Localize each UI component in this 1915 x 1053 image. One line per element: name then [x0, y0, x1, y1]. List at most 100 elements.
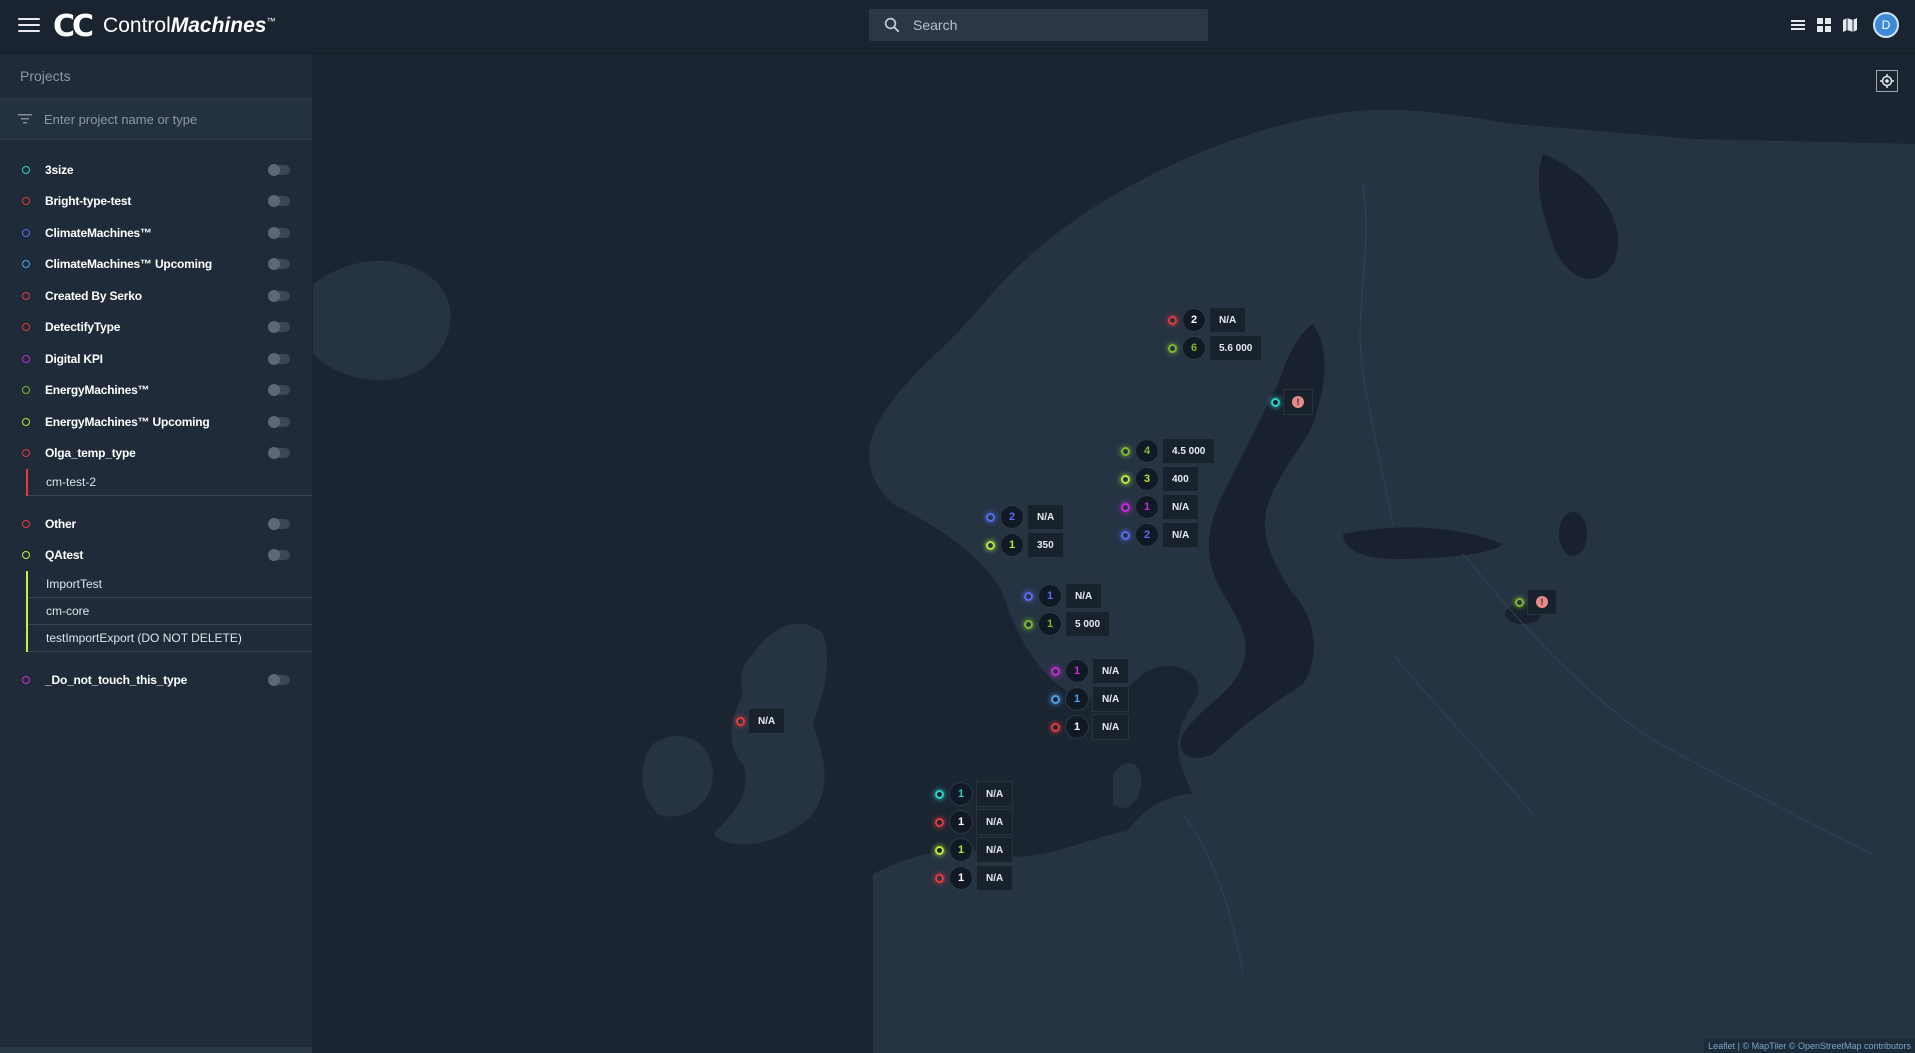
project-child-item[interactable]: cm-test-2 [28, 469, 312, 496]
map-marker[interactable]: 1 N/A [935, 808, 1014, 836]
project-filter-input[interactable] [42, 110, 286, 128]
map-cluster[interactable]: 1 N/A 1 5 000 [1024, 582, 1111, 638]
project-item[interactable]: Olga_temp_type [0, 438, 312, 470]
map-marker[interactable]: 2 N/A [1168, 306, 1262, 334]
menu-icon[interactable] [18, 14, 40, 36]
map-cluster[interactable]: N/A [736, 707, 786, 735]
project-label: Digital KPI [45, 351, 103, 366]
marker-value: N/A [976, 865, 1014, 891]
project-child-item[interactable]: testImportExport (DO NOT DELETE) [28, 625, 312, 652]
project-visibility-toggle[interactable] [268, 447, 290, 460]
search-bar[interactable] [869, 9, 1208, 41]
logo-text: ControlMachines™ [103, 14, 276, 37]
map-marker[interactable]: 1 N/A [935, 780, 1014, 808]
app-logo[interactable]: CC ControlMachines™ [53, 9, 276, 44]
project-visibility-toggle[interactable] [268, 549, 290, 562]
map-cluster[interactable]: 2 N/A 1 350 [986, 503, 1065, 559]
project-visibility-toggle[interactable] [268, 226, 290, 239]
marker-ring-icon [935, 845, 944, 855]
project-visibility-toggle[interactable] [268, 163, 290, 176]
projects-sidebar: Projects 3size Bright-type-test ClimateMac… [0, 54, 312, 1053]
grid-view-icon[interactable] [1815, 16, 1833, 34]
map-cluster[interactable]: ! [1515, 588, 1557, 616]
alert-icon: ! [1292, 396, 1304, 408]
search-input[interactable] [911, 16, 1185, 34]
map-attribution[interactable]: Leaflet | © MapTiler © OpenStreetMap con… [1704, 1039, 1915, 1053]
project-item[interactable]: Created By Serko [0, 280, 312, 312]
map-marker[interactable]: 2 N/A [986, 503, 1065, 531]
project-visibility-toggle[interactable] [268, 673, 290, 686]
map-cluster[interactable]: 1 N/A 1 N/A 1 N/A [1051, 657, 1130, 741]
project-label: Olga_temp_type [45, 446, 136, 461]
land-iceland [313, 260, 451, 381]
project-visibility-toggle[interactable] [268, 195, 290, 208]
project-color-icon [22, 260, 30, 269]
sidebar-scrollbar[interactable] [0, 1047, 312, 1053]
marker-ring-icon [935, 873, 944, 883]
project-visibility-toggle[interactable] [268, 517, 290, 530]
marker-count: 1 [1065, 687, 1089, 711]
project-color-icon [22, 197, 30, 206]
marker-value: N/A [976, 809, 1014, 835]
map-marker[interactable]: 4 4.5 000 [1121, 437, 1216, 465]
project-color-icon [22, 551, 30, 560]
project-visibility-toggle[interactable] [268, 258, 290, 271]
project-item[interactable]: _Do_not_touch_this_type [0, 664, 312, 696]
map-marker[interactable]: 6 5.6 000 [1168, 334, 1263, 362]
map-marker[interactable]: 1 N/A [1051, 685, 1130, 713]
map-marker[interactable]: 1 N/A [935, 864, 1014, 892]
list-view-icon[interactable] [1789, 16, 1807, 34]
project-visibility-toggle[interactable] [268, 321, 290, 334]
project-item[interactable]: ClimateMachines™ [0, 217, 312, 249]
sidebar-title: Projects [0, 54, 312, 99]
map-marker[interactable]: 2 N/A [1121, 521, 1215, 549]
project-label: EnergyMachines™ [45, 383, 150, 398]
project-label: Bright-type-test [45, 194, 132, 209]
project-item[interactable]: EnergyMachines™ Upcoming [0, 406, 312, 438]
project-item[interactable]: Digital KPI [0, 343, 312, 375]
map-marker[interactable]: 1 N/A [1051, 713, 1130, 741]
user-avatar[interactable]: D [1873, 12, 1899, 38]
project-visibility-toggle[interactable] [268, 415, 290, 428]
map-cluster[interactable]: ! [1271, 388, 1313, 416]
map-marker[interactable]: 15 000 [1024, 610, 1111, 638]
map-marker[interactable]: 1 N/A [1121, 493, 1215, 521]
map-cluster[interactable]: 1 N/A 1 N/A 1 N/A 1 N/A [935, 780, 1014, 892]
map-marker[interactable]: N/A [736, 707, 786, 735]
map-marker[interactable]: 1 N/A [1024, 582, 1110, 610]
project-item[interactable]: EnergyMachines™ [0, 375, 312, 407]
project-visibility-toggle[interactable] [268, 384, 290, 397]
map-cluster[interactable]: 2 N/A 6 5.6 000 [1168, 306, 1263, 362]
project-visibility-toggle[interactable] [268, 289, 290, 302]
project-color-icon [22, 228, 30, 237]
map-marker[interactable]: ! [1515, 588, 1557, 616]
project-item[interactable]: Other [0, 508, 312, 540]
project-filter[interactable] [0, 99, 312, 140]
map-view-icon[interactable] [1841, 16, 1859, 34]
map-marker[interactable]: ! [1271, 388, 1313, 416]
project-child-item[interactable]: cm-core [28, 598, 312, 625]
project-item[interactable]: Bright-type-test [0, 186, 312, 218]
project-color-icon [22, 354, 30, 363]
project-item[interactable]: 3size [0, 154, 312, 186]
marker-ring-icon [736, 716, 745, 726]
project-label: Other [45, 516, 77, 531]
project-visibility-toggle[interactable] [268, 352, 290, 365]
project-item[interactable]: DetectifyType [0, 312, 312, 344]
map-marker[interactable]: 1 N/A [1051, 657, 1130, 685]
marker-value: N/A [1092, 658, 1130, 684]
marker-value: N/A [1162, 522, 1200, 548]
project-child-item[interactable]: ImportTest [28, 571, 312, 598]
project-item[interactable]: ClimateMachines™ Upcoming [0, 249, 312, 281]
project-label: 3size [45, 162, 74, 177]
map-marker[interactable]: 1 350 [986, 531, 1064, 559]
locate-button[interactable] [1876, 70, 1898, 92]
map-marker[interactable]: 1 N/A [935, 836, 1014, 864]
project-color-icon [22, 165, 30, 174]
marker-value: N/A [748, 708, 786, 734]
marker-count: 1 [1038, 612, 1062, 636]
map-cluster[interactable]: 4 4.5 000 3 400 1 N/A 2 N/A [1121, 437, 1216, 549]
project-item[interactable]: QAtest [0, 540, 312, 572]
map-view[interactable]: 2 N/A 6 5.6 000! 4 4.5 000 3 400 1 N/A 2 N/A 2 N/A 1 35… [313, 54, 1915, 1053]
map-marker[interactable]: 3 400 [1121, 465, 1215, 493]
